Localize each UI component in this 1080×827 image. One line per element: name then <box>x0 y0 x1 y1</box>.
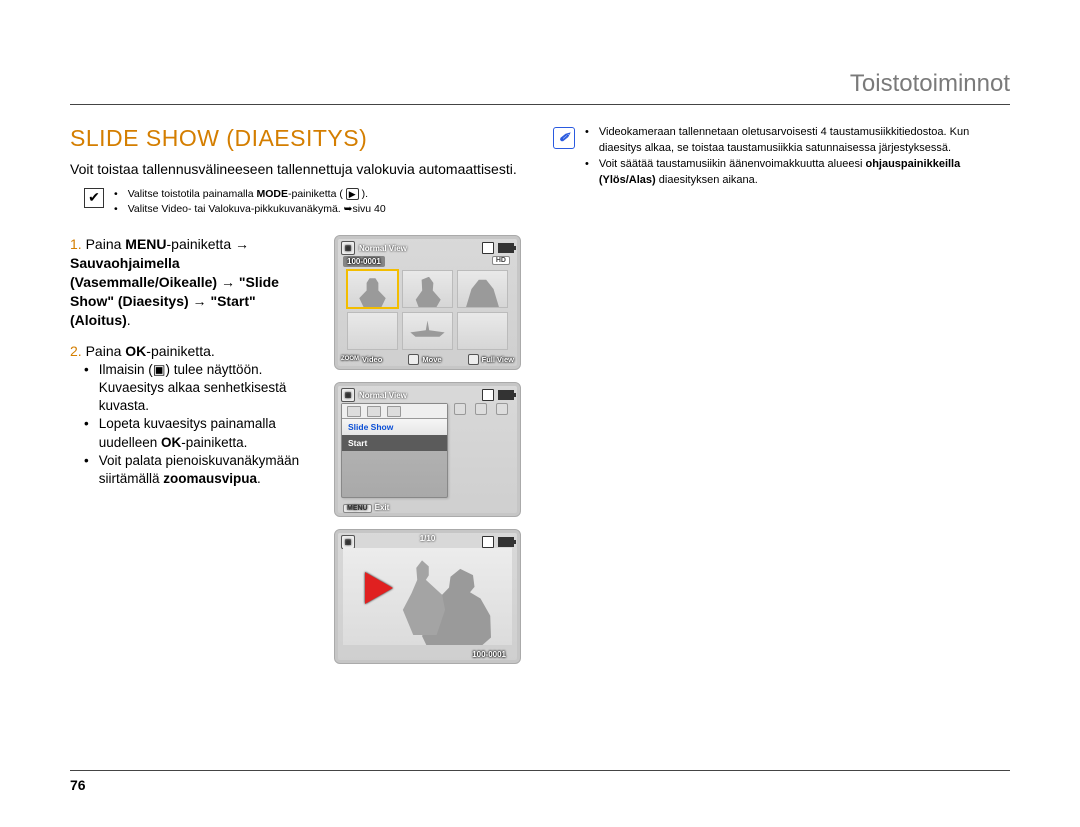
screen-title: Normal View <box>359 391 407 400</box>
bullet-icon <box>84 415 93 451</box>
thumbnail <box>347 312 398 350</box>
bullet-icon <box>585 157 593 189</box>
bullet-icon <box>585 125 593 157</box>
precheck-line1: Valitse toistotila painamalla MODE-paini… <box>128 187 368 202</box>
bullet-icon <box>114 187 122 202</box>
folder-number: 100-0001 <box>343 256 385 267</box>
left-column: SLIDE SHOW (DIAESITYS) Voit toistaa tall… <box>70 125 525 664</box>
prerequisites-box: ✔ Valitse toistotila painamalla MODE-pai… <box>84 187 525 217</box>
page-title: SLIDE SHOW (DIAESITYS) <box>70 125 525 152</box>
menu-top-icons <box>450 403 512 415</box>
step-2: 2. Paina OK-painiketta. Ilmaisin (▣) tul… <box>70 342 320 488</box>
chapter-header: Toistotoiminnot <box>70 70 1010 105</box>
lcd-menu-slideshow: ▣ Normal View Slide Show Start <box>334 382 521 517</box>
photo-mode-icon: ▣ <box>341 241 355 255</box>
steps-text: 1. Paina MENU-painiketta → Sauvaohjaimel… <box>70 235 320 664</box>
photo-silhouette <box>399 553 494 645</box>
step-1: 1. Paina MENU-painiketta → Sauvaohjaimel… <box>70 235 320 329</box>
thumbnail-grid <box>347 270 508 350</box>
screenshot-column: ▣ Normal View 100-0001 HD <box>334 235 524 664</box>
bullet-icon <box>114 202 122 217</box>
nav-icon <box>408 354 419 365</box>
step2-sub1: Ilmaisin (▣) tulee näyttöön. Kuvaesitys … <box>99 361 320 416</box>
two-column-layout: SLIDE SHOW (DIAESITYS) Voit toistaa tall… <box>70 125 1010 664</box>
thumbnail <box>457 312 508 350</box>
menu-item-slideshow: Slide Show <box>342 419 447 435</box>
menu-exit-hint: MENUExit <box>343 503 389 513</box>
photo-mode-icon: ▣ <box>341 388 355 402</box>
page-number: 76 <box>70 770 1010 793</box>
sd-card-icon <box>482 242 494 254</box>
bottom-fullview-label: Full View <box>482 355 514 364</box>
file-number: 100-0001 <box>472 650 506 659</box>
lcd-thumbnail-view: ▣ Normal View 100-0001 HD <box>334 235 521 370</box>
battery-icon <box>498 390 514 400</box>
bottom-move-label: Move <box>422 355 441 364</box>
thumbnail <box>402 270 453 308</box>
battery-icon <box>498 243 514 253</box>
menu-item-start: Start <box>342 435 447 451</box>
manual-page: Toistotoiminnot SLIDE SHOW (DIAESITYS) V… <box>0 0 1080 827</box>
step-number: 2. <box>70 343 86 359</box>
hd-badge: HD <box>492 256 510 265</box>
play-icon: ▶ <box>346 188 359 200</box>
notes-box: ✐ Videokameraan tallennetaan oletusarvoi… <box>553 125 1008 189</box>
step-number: 1. <box>70 236 86 252</box>
steps-and-screens: 1. Paina MENU-painiketta → Sauvaohjaimel… <box>70 235 525 664</box>
intro-text: Voit toistaa tallennusvälineeseen tallen… <box>70 160 525 179</box>
menu-tabs <box>342 404 447 419</box>
right-column: ✐ Videokameraan tallennetaan oletusarvoi… <box>553 125 1008 664</box>
photo-mode-icon: ▣ <box>341 535 355 549</box>
sd-card-icon <box>482 389 494 401</box>
checkmark-icon: ✔ <box>84 188 104 208</box>
screen-title: Normal View <box>359 244 407 253</box>
note-icon: ✐ <box>553 127 575 149</box>
menu-chip-icon: MENU <box>343 504 372 513</box>
ok-icon <box>468 354 479 365</box>
full-photo <box>343 548 512 645</box>
thumbnail <box>457 270 508 308</box>
bottom-video-label: Video <box>362 355 382 364</box>
play-icon <box>365 572 393 604</box>
battery-icon <box>498 537 514 547</box>
slideshow-indicator-icon: ▣ <box>153 362 166 377</box>
thumbnail <box>347 270 398 308</box>
note-1: Videokameraan tallennetaan oletusarvoise… <box>599 125 1008 157</box>
precheck-line2: Valitse Video- tai Valokuva-pikkukuvanäk… <box>128 202 386 217</box>
bullet-icon <box>84 452 93 488</box>
sd-card-icon <box>482 536 494 548</box>
thumbnail <box>402 312 453 350</box>
photo-counter: 1/10 <box>420 534 436 543</box>
note-2: Voit säätää taustamusiikin äänenvoimakku… <box>599 157 1008 189</box>
step2-sub2: Lopeta kuvaesitys painamalla uudelleen O… <box>99 415 320 451</box>
menu-panel: Slide Show Start <box>341 403 448 498</box>
step2-sub3: Voit palata pienoiskuvanäkymään siirtämä… <box>99 452 320 488</box>
lcd-slideshow-playing: ▣ 1/10 <box>334 529 521 664</box>
bullet-icon <box>84 361 93 416</box>
